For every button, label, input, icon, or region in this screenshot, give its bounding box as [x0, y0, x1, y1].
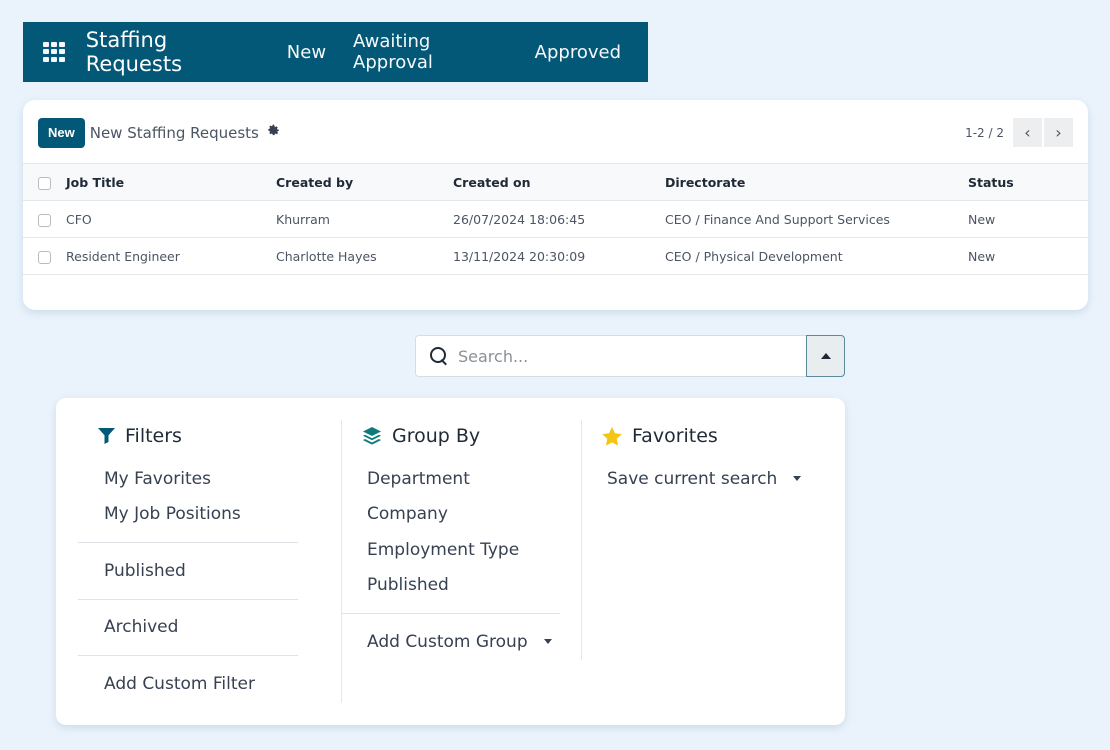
- column-header-created-by[interactable]: Created by: [276, 163, 453, 201]
- table-row[interactable]: Resident Engineer Charlotte Hayes 13/11/…: [23, 237, 1088, 275]
- chevron-right-icon[interactable]: ›: [1044, 118, 1073, 147]
- save-current-search-toggle[interactable]: Save current search: [582, 461, 821, 497]
- group-by-section: Group By Department Company Employment T…: [341, 420, 560, 703]
- favorites-section: Favorites Save current search: [581, 420, 821, 660]
- select-all-cell: [23, 163, 66, 201]
- row-select-cell: [23, 200, 66, 238]
- list-view-card: New New Staffing Requests 1-2 / 2 ‹ › Jo…: [23, 100, 1088, 310]
- cell-directorate[interactable]: CEO / Finance And Support Services: [665, 200, 968, 238]
- row-checkbox[interactable]: [38, 213, 51, 227]
- app-title[interactable]: Staffing Requests: [86, 28, 261, 76]
- divider: [78, 655, 298, 656]
- column-header-created-on[interactable]: Created on: [453, 163, 665, 201]
- cell-created-by[interactable]: Khurram: [276, 200, 453, 238]
- divider: [78, 598, 298, 600]
- search-bar: [415, 335, 845, 377]
- group-by-heading: Group By: [342, 421, 559, 451]
- filter-icon: [98, 428, 115, 444]
- select-all-checkbox[interactable]: [38, 176, 51, 190]
- caret-up-icon: [820, 353, 831, 359]
- nav-item-approved[interactable]: Approved: [535, 42, 621, 63]
- row-checkbox[interactable]: [38, 250, 51, 264]
- star-icon: [602, 426, 622, 446]
- apps-grid-icon[interactable]: [43, 42, 66, 62]
- pager: 1-2 / 2 ‹ ›: [965, 118, 1073, 147]
- caret-down-icon: [543, 639, 552, 645]
- gear-icon[interactable]: [267, 124, 280, 141]
- filters-section: Filters My Favorites My Job Positions Pu…: [78, 420, 298, 703]
- group-by-title: Group By: [392, 425, 481, 447]
- divider: [78, 542, 298, 543]
- column-header-job-title[interactable]: Job Title: [66, 163, 276, 201]
- save-current-search-label: Save current search: [607, 468, 778, 489]
- add-custom-group-label: Add Custom Group: [367, 631, 528, 652]
- search-icon: [429, 346, 449, 366]
- group-by-published[interactable]: Published: [342, 568, 559, 604]
- cell-status[interactable]: New: [968, 237, 1088, 275]
- pager-value[interactable]: 1-2 / 2: [965, 126, 1004, 140]
- nav-item-awaiting-approval[interactable]: Awaiting Approval: [353, 31, 508, 73]
- new-button[interactable]: New: [38, 117, 85, 148]
- table-row[interactable]: CFO Khurram 26/07/2024 18:06:45 CEO / Fi…: [23, 200, 1088, 238]
- breadcrumb-title: New Staffing Requests: [89, 123, 259, 142]
- favorites-title: Favorites: [632, 425, 718, 447]
- caret-down-icon: [793, 476, 802, 482]
- group-by-department[interactable]: Department: [342, 461, 559, 497]
- favorites-heading: Favorites: [582, 421, 821, 451]
- filter-my-favorites[interactable]: My Favorites: [78, 461, 298, 497]
- group-by-employment-type[interactable]: Employment Type: [342, 532, 559, 568]
- filters-title: Filters: [125, 425, 182, 447]
- cell-status[interactable]: New: [968, 200, 1088, 238]
- cell-created-by[interactable]: Charlotte Hayes: [276, 237, 453, 275]
- cell-job-title[interactable]: Resident Engineer: [66, 237, 276, 275]
- table-header-row: Job Title Created by Created on Director…: [23, 163, 1088, 201]
- cell-directorate[interactable]: CEO / Physical Development: [665, 237, 968, 275]
- divider: [342, 613, 560, 614]
- cell-created-on[interactable]: 13/11/2024 20:30:09: [453, 237, 665, 275]
- list-toolbar: New New Staffing Requests 1-2 / 2 ‹ ›: [38, 117, 1073, 148]
- row-select-cell: [23, 237, 66, 275]
- add-custom-group-select[interactable]: Add Custom Group: [342, 624, 559, 660]
- column-header-status[interactable]: Status: [968, 163, 1088, 201]
- search-input[interactable]: [458, 346, 798, 366]
- column-header-directorate[interactable]: Directorate: [665, 163, 968, 201]
- layers-icon: [362, 426, 382, 446]
- filter-published[interactable]: Published: [78, 553, 298, 589]
- filters-heading: Filters: [78, 421, 298, 451]
- search-options-panel: Filters My Favorites My Job Positions Pu…: [56, 398, 845, 725]
- top-navbar: Staffing Requests New Awaiting Approval …: [23, 22, 648, 82]
- chevron-left-icon[interactable]: ‹: [1013, 118, 1042, 147]
- cell-created-on[interactable]: 26/07/2024 18:06:45: [453, 200, 665, 238]
- search-options-toggle[interactable]: [806, 335, 845, 377]
- nav-item-new[interactable]: New: [287, 42, 326, 63]
- add-custom-filter[interactable]: Add Custom Filter: [78, 666, 298, 702]
- group-by-company[interactable]: Company: [342, 497, 559, 533]
- records-table: Job Title Created by Created on Director…: [23, 163, 1088, 275]
- filter-my-job-positions[interactable]: My Job Positions: [78, 497, 298, 533]
- filter-archived[interactable]: Archived: [78, 610, 298, 646]
- cell-job-title[interactable]: CFO: [66, 200, 276, 238]
